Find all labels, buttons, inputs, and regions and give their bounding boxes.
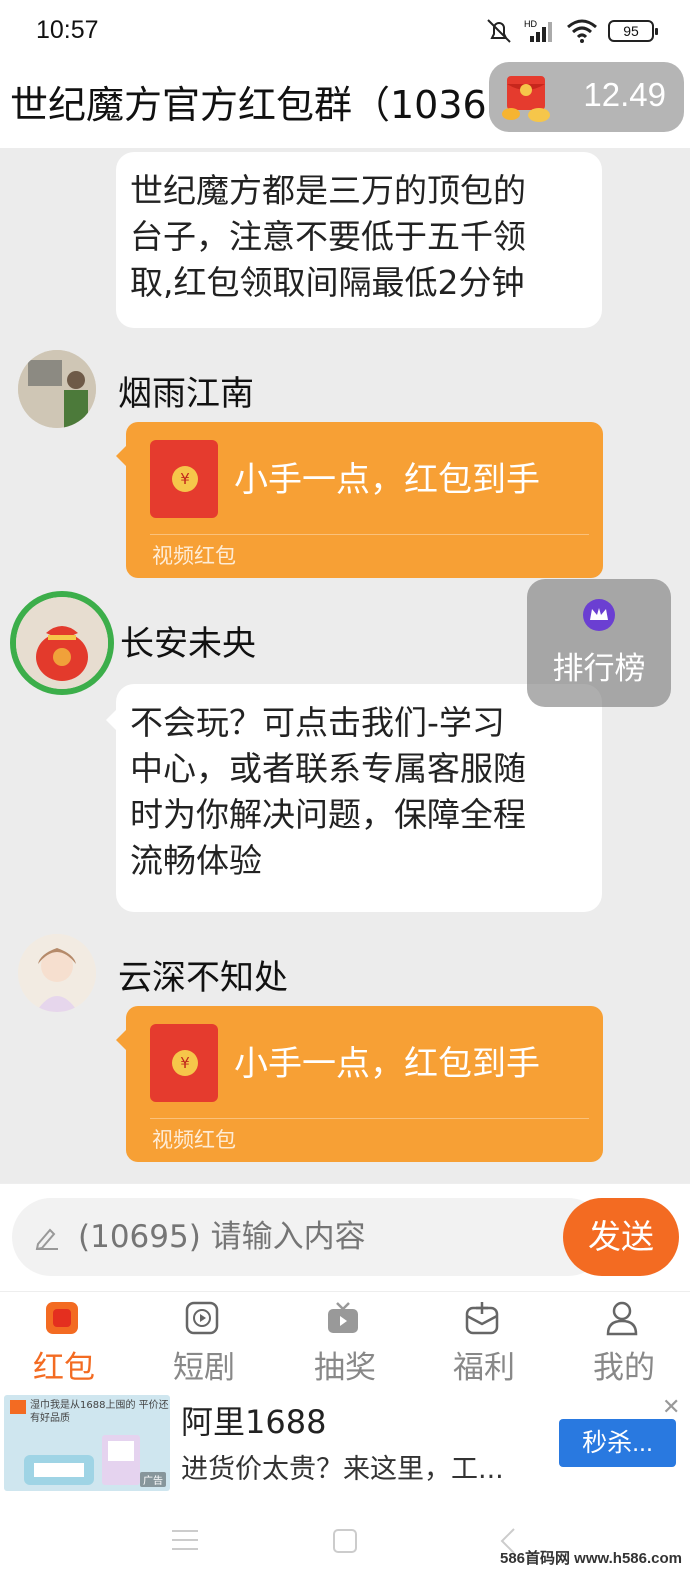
redpacket-label: 小手一点，红包到手 <box>234 460 540 500</box>
redpacket-icon <box>46 1302 78 1334</box>
tab-redpacket[interactable]: 红包 <box>0 1292 134 1392</box>
redpacket-footer: 视频红包 <box>152 1128 236 1152</box>
ad-product-image <box>24 1435 140 1485</box>
redbag-icon <box>502 76 550 122</box>
message-line: 取,红包领取间隔最低2分钟 <box>130 263 525 302</box>
message-line: 中心，或者联系专属客服随 <box>130 749 526 788</box>
message-bubble: 世纪魔方都是三万的顶包的 台子，注意不要低于五千领 取,红包领取间隔最低2分钟 <box>116 152 602 328</box>
lucky-bag-avatar-icon <box>16 597 108 689</box>
sender-name: 云深不知处 <box>118 958 288 998</box>
tab-short-drama[interactable]: 短剧 <box>134 1292 274 1392</box>
input-bar: 发送 <box>0 1183 690 1291</box>
divider <box>150 534 589 535</box>
message-line: 不会玩？可点击我们-学习 <box>130 703 505 742</box>
status-icons: HD 95 <box>484 18 658 44</box>
wifi-icon <box>567 19 597 43</box>
redpacket-message[interactable]: ¥ 小手一点，红包到手 视频红包 <box>116 1006 603 1162</box>
system-nav-bar: 586首码网 www.h586.com <box>0 1499 690 1569</box>
sender-name: 烟雨江南 <box>118 374 254 414</box>
ranking-label: 排行榜 <box>552 651 646 687</box>
redpacket-message[interactable]: ¥ 小手一点，红包到手 视频红包 <box>116 422 603 578</box>
pencil-icon <box>35 1228 58 1250</box>
tab-lottery[interactable]: 抽奖 <box>275 1292 415 1392</box>
avatar-image <box>18 350 96 428</box>
mute-icon <box>487 19 511 43</box>
avatar[interactable] <box>18 934 96 1012</box>
send-button[interactable]: 发送 <box>563 1198 679 1276</box>
close-icon[interactable]: ✕ <box>662 1395 680 1420</box>
home-icon[interactable] <box>333 1529 357 1553</box>
ad-thumbnail: 湿巾我是从1688上囤的 平价还有好品质 广告 <box>4 1395 170 1491</box>
bottom-tab-bar: 红包 短剧 抽奖 福利 我的 <box>0 1291 690 1391</box>
gift-icon <box>465 1302 499 1335</box>
tab-welfare[interactable]: 福利 <box>414 1292 554 1392</box>
redpacket-footer: 视频红包 <box>152 544 236 568</box>
redbag-amount: 12.49 <box>583 76 666 113</box>
message-line: 台子，注意不要低于五千领 <box>130 217 526 256</box>
ad-banner[interactable]: 湿巾我是从1688上囤的 平价还有好品质 广告 阿里1688 进货价太贵？来这里… <box>0 1391 690 1499</box>
ad-tag: 广告 <box>140 1472 166 1487</box>
tab-label: 福利 <box>453 1350 515 1386</box>
play-icon <box>185 1301 219 1335</box>
ad-logo-icon <box>10 1400 26 1414</box>
ad-description: 进货价太贵？来这里，工... <box>181 1454 504 1485</box>
sender-name: 长安未央 <box>120 624 256 664</box>
avatar[interactable] <box>18 350 96 428</box>
message-line: 世纪魔方都是三万的顶包的 <box>130 171 526 210</box>
ad-thumb-caption: 湿巾我是从1688上囤的 平价还有好品质 <box>30 1400 169 1424</box>
watermark: 586首码网 www.h586.com <box>499 1550 682 1567</box>
message-bubble: 不会玩？可点击我们-学习 中心，或者联系专属客服随 时为你解决问题，保障全程 流… <box>106 684 602 912</box>
user-icon <box>606 1301 638 1336</box>
message-line: 时为你解决问题，保障全程 <box>130 795 526 834</box>
page-title: 世纪魔方官方红包群（1036 <box>10 83 487 127</box>
crown-icon <box>583 599 615 631</box>
tab-label: 红包 <box>33 1350 95 1386</box>
input-wrapper <box>12 1198 607 1276</box>
tv-icon <box>328 1302 358 1333</box>
ranking-button[interactable]: 排行榜 <box>527 579 671 707</box>
menu-icon[interactable] <box>170 1527 200 1553</box>
redpacket-label: 小手一点，红包到手 <box>234 1044 540 1084</box>
tab-label: 短剧 <box>173 1350 235 1386</box>
avatar[interactable] <box>10 591 114 695</box>
battery-icon: 95 <box>608 20 658 42</box>
tab-label: 抽奖 <box>314 1350 376 1386</box>
redpacket-icon: ¥ <box>150 1024 218 1102</box>
svg-text:HD: HD <box>524 19 537 29</box>
redpacket-icon: ¥ <box>150 440 218 518</box>
message-line: 流畅体验 <box>130 841 262 880</box>
divider <box>150 1118 589 1119</box>
signal-icon: HD <box>524 19 552 42</box>
redbag-balance-button[interactable]: 12.49 <box>489 62 684 132</box>
tab-mine[interactable]: 我的 <box>554 1292 690 1392</box>
avatar-image <box>18 934 96 1012</box>
status-time: 10:57 <box>36 16 99 44</box>
ad-action-button[interactable]: 秒杀... <box>559 1419 676 1467</box>
ad-title: 阿里1688 <box>181 1403 327 1441</box>
tab-label: 我的 <box>593 1350 655 1386</box>
message-input[interactable] <box>78 1212 508 1262</box>
status-bar: 10:57 HD 95 <box>0 0 690 64</box>
